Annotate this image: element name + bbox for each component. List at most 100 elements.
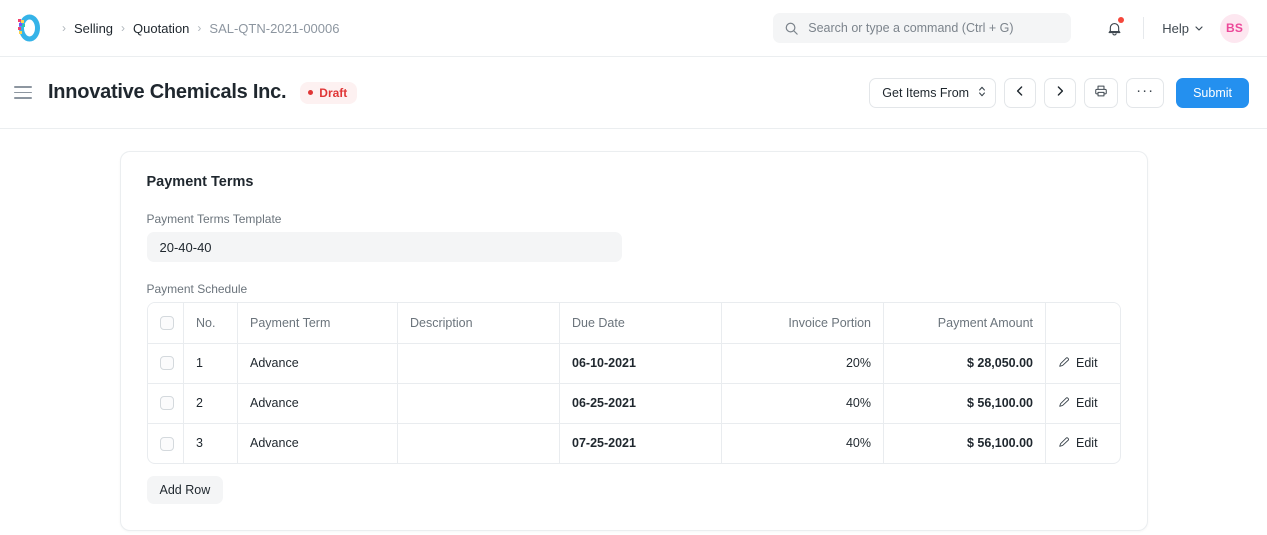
payment-schedule-table: No. Payment Term Description Due Date In… bbox=[148, 303, 1121, 463]
select-all-checkbox[interactable] bbox=[160, 316, 174, 330]
payment-terms-template-label: Payment Terms Template bbox=[147, 212, 1121, 226]
cell-due-date[interactable]: 06-10-2021 bbox=[560, 343, 722, 383]
breadcrumb: › Selling › Quotation › SAL-QTN-2021-000… bbox=[54, 21, 339, 36]
payment-terms-card: Payment Terms Payment Terms Template Pay… bbox=[120, 151, 1148, 531]
edit-row-label: Edit bbox=[1076, 356, 1098, 370]
cell-actions: Edit bbox=[1046, 423, 1121, 463]
cell-payment-amount[interactable]: $ 28,050.00 bbox=[884, 343, 1046, 383]
cell-invoice-portion[interactable]: 20% bbox=[722, 343, 884, 383]
row-select-cell bbox=[148, 383, 184, 423]
get-items-from-label: Get Items From bbox=[882, 86, 969, 100]
column-header-payment-amount[interactable]: Payment Amount bbox=[884, 303, 1046, 343]
pencil-icon bbox=[1058, 436, 1070, 451]
column-header-no[interactable]: No. bbox=[184, 303, 238, 343]
page-title: Innovative Chemicals Inc. bbox=[48, 81, 286, 104]
payment-schedule-label: Payment Schedule bbox=[147, 282, 1121, 296]
cell-no: 3 bbox=[184, 423, 238, 463]
chevron-left-icon bbox=[1014, 85, 1026, 100]
cell-payment-amount[interactable]: $ 56,100.00 bbox=[884, 383, 1046, 423]
breadcrumb-item-selling[interactable]: Selling bbox=[74, 21, 113, 36]
cell-invoice-portion[interactable]: 40% bbox=[722, 383, 884, 423]
help-menu-button[interactable]: Help bbox=[1162, 21, 1204, 36]
cell-due-date[interactable]: 07-25-2021 bbox=[560, 423, 722, 463]
avatar[interactable]: BS bbox=[1220, 14, 1249, 43]
column-header-description[interactable]: Description bbox=[398, 303, 560, 343]
breadcrumb-separator: › bbox=[121, 22, 125, 34]
submit-button[interactable]: Submit bbox=[1176, 78, 1249, 108]
top-navbar: › Selling › Quotation › SAL-QTN-2021-000… bbox=[0, 0, 1267, 57]
breadcrumb-separator: › bbox=[62, 22, 66, 34]
column-header-invoice-portion[interactable]: Invoice Portion bbox=[722, 303, 884, 343]
search-input[interactable] bbox=[808, 21, 1060, 35]
row-checkbox[interactable] bbox=[160, 396, 174, 410]
page-header-toolbar: Innovative Chemicals Inc. Draft Get Item… bbox=[0, 57, 1267, 129]
notification-unread-dot bbox=[1118, 17, 1124, 23]
breadcrumb-item-quotation[interactable]: Quotation bbox=[133, 21, 189, 36]
chevron-right-icon bbox=[1054, 85, 1066, 100]
row-select-cell bbox=[148, 343, 184, 383]
print-button[interactable] bbox=[1084, 78, 1118, 108]
navbar-divider bbox=[1143, 17, 1144, 39]
help-label: Help bbox=[1162, 21, 1189, 36]
pencil-icon bbox=[1058, 396, 1070, 411]
table-row[interactable]: 3 Advance 07-25-2021 40% $ 56,100.00 bbox=[148, 423, 1121, 463]
cell-actions: Edit bbox=[1046, 383, 1121, 423]
cell-description[interactable] bbox=[398, 423, 560, 463]
hamburger-bar bbox=[14, 92, 32, 94]
breadcrumb-separator: › bbox=[197, 22, 201, 34]
cell-payment-term[interactable]: Advance bbox=[238, 343, 398, 383]
next-document-button[interactable] bbox=[1044, 78, 1076, 108]
cell-description[interactable] bbox=[398, 383, 560, 423]
payment-terms-template-input[interactable] bbox=[147, 232, 622, 262]
cell-payment-term[interactable]: Advance bbox=[238, 383, 398, 423]
table-header-row: No. Payment Term Description Due Date In… bbox=[148, 303, 1121, 343]
row-select-cell bbox=[148, 423, 184, 463]
breadcrumb-item-current: SAL-QTN-2021-00006 bbox=[209, 21, 339, 36]
table-row[interactable]: 1 Advance 06-10-2021 20% $ 28,050.00 bbox=[148, 343, 1121, 383]
page-actions-toolbar: Get Items From bbox=[869, 78, 1249, 108]
cell-actions: Edit bbox=[1046, 343, 1121, 383]
previous-document-button[interactable] bbox=[1004, 78, 1036, 108]
printer-icon bbox=[1094, 84, 1108, 101]
hamburger-bar bbox=[14, 97, 32, 99]
table-body: 1 Advance 06-10-2021 20% $ 28,050.00 bbox=[148, 343, 1121, 463]
edit-row-label: Edit bbox=[1076, 396, 1098, 410]
cell-payment-term[interactable]: Advance bbox=[238, 423, 398, 463]
cell-description[interactable] bbox=[398, 343, 560, 383]
section-title-payment-terms: Payment Terms bbox=[147, 174, 1121, 190]
row-checkbox[interactable] bbox=[160, 437, 174, 451]
edit-row-button[interactable]: Edit bbox=[1058, 356, 1098, 371]
edit-row-label: Edit bbox=[1076, 436, 1098, 450]
hamburger-bar bbox=[14, 86, 32, 88]
chevron-updown-icon bbox=[978, 85, 986, 101]
table-row[interactable]: 2 Advance 06-25-2021 40% $ 56,100.00 bbox=[148, 383, 1121, 423]
chevron-down-icon bbox=[1194, 23, 1204, 33]
add-row-button[interactable]: Add Row bbox=[147, 476, 224, 504]
page-body: Payment Terms Payment Terms Template Pay… bbox=[0, 129, 1267, 535]
column-header-actions bbox=[1046, 303, 1121, 343]
search-box[interactable] bbox=[773, 13, 1071, 43]
more-actions-button[interactable]: ··· bbox=[1126, 78, 1164, 108]
table-head: No. Payment Term Description Due Date In… bbox=[148, 303, 1121, 343]
pencil-icon bbox=[1058, 356, 1070, 371]
cell-due-date[interactable]: 06-25-2021 bbox=[560, 383, 722, 423]
status-badge-label: Draft bbox=[319, 86, 347, 100]
cell-no: 1 bbox=[184, 343, 238, 383]
search-icon bbox=[784, 21, 800, 36]
column-header-payment-term[interactable]: Payment Term bbox=[238, 303, 398, 343]
cell-invoice-portion[interactable]: 40% bbox=[722, 423, 884, 463]
notifications-button[interactable] bbox=[1099, 13, 1129, 43]
column-header-due-date[interactable]: Due Date bbox=[560, 303, 722, 343]
frappe-logo-icon[interactable] bbox=[14, 14, 42, 42]
get-items-from-button[interactable]: Get Items From bbox=[869, 78, 996, 108]
cell-no: 2 bbox=[184, 383, 238, 423]
navbar-right-group: Help BS bbox=[773, 13, 1249, 43]
edit-row-button[interactable]: Edit bbox=[1058, 396, 1098, 411]
edit-row-button[interactable]: Edit bbox=[1058, 436, 1098, 451]
select-all-header bbox=[148, 303, 184, 343]
row-checkbox[interactable] bbox=[160, 356, 174, 370]
cell-payment-amount[interactable]: $ 56,100.00 bbox=[884, 423, 1046, 463]
status-dot-icon bbox=[308, 90, 313, 95]
hamburger-menu-icon[interactable] bbox=[14, 82, 36, 104]
status-badge: Draft bbox=[300, 82, 357, 104]
